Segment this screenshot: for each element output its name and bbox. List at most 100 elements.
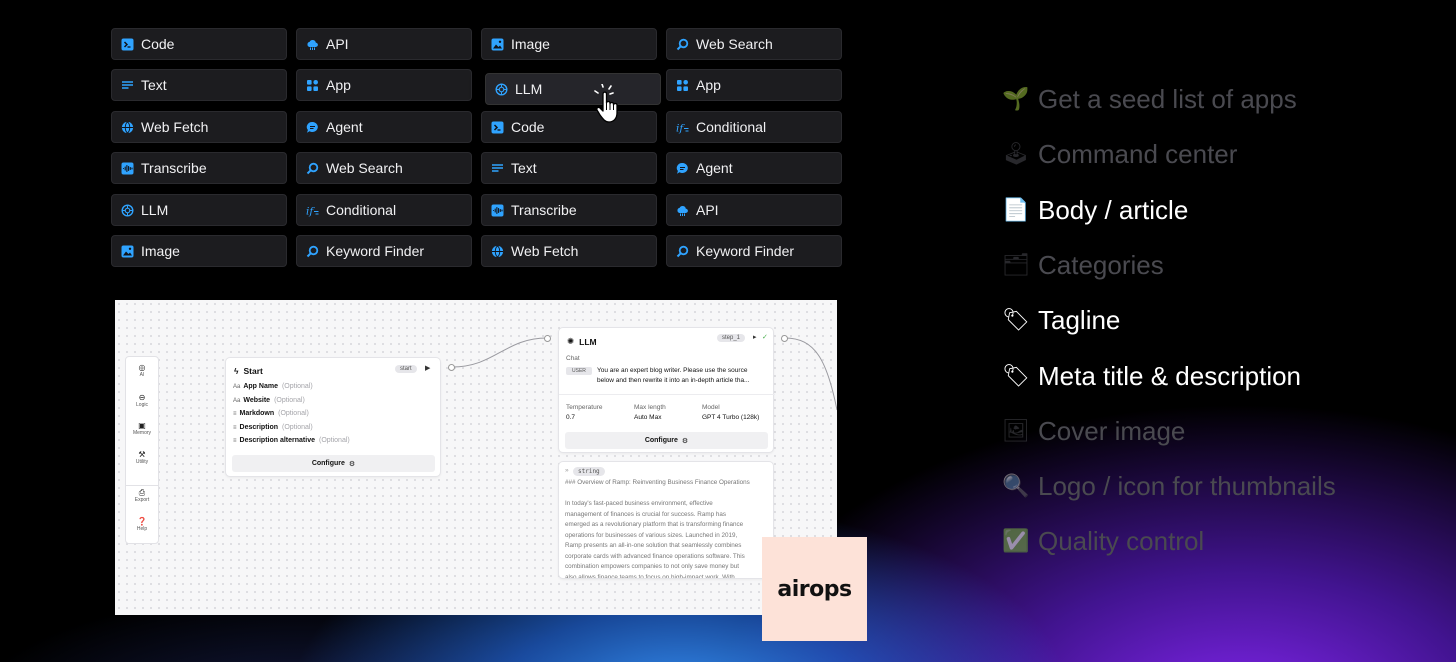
start-input-field[interactable]: ≡ Markdown (Optional) [233, 410, 309, 417]
block-transcribe[interactable]: Transcribe [111, 152, 287, 184]
checklist-emoji-icon: 📄 [1002, 197, 1030, 223]
checklist-emoji-icon: ✅ [1002, 529, 1030, 555]
utility-icon: ⚒ [138, 450, 146, 459]
start-node-title: Start [243, 366, 263, 376]
checklist-item: 🔍 Logo / icon for thumbnails [1001, 471, 1335, 502]
start-input-field[interactable]: ≡ Description alternative (Optional) [233, 437, 350, 444]
sidebar-item-ai[interactable]: ◎ AI [126, 363, 158, 378]
block-label: Text [511, 160, 537, 176]
step-badge: step_1 [717, 334, 746, 342]
block-image[interactable]: Image [111, 235, 287, 267]
param-value: 0.7 [566, 414, 576, 421]
block-label: Keyword Finder [696, 243, 795, 259]
sidebar-item-utility[interactable]: ⚒ Utility [126, 450, 158, 465]
start-input-field[interactable]: Aa App Name (Optional) [233, 383, 313, 390]
block-text[interactable]: Text [481, 152, 657, 184]
field-optional-tag: (Optional) [274, 396, 305, 404]
block-code[interactable]: Code [111, 28, 287, 60]
checklist-item: 🖼 Cover image [1001, 416, 1185, 447]
block-web-search[interactable]: Web Search [666, 28, 842, 60]
block-label: LLM [141, 202, 169, 218]
block-transcribe[interactable]: Transcribe [481, 194, 657, 226]
sidebar-item-logic[interactable]: ⊖ Logic [126, 393, 158, 408]
block-image[interactable]: Image [481, 28, 657, 60]
checklist-emoji-icon: 🏷 [1002, 308, 1030, 334]
llm-input-handle[interactable] [544, 335, 551, 342]
block-label: Code [141, 36, 175, 52]
block-label: Image [141, 243, 180, 259]
ai-icon: ◎ [138, 363, 146, 372]
block-keyword-finder[interactable]: Keyword Finder [296, 235, 472, 267]
checklist-label: Body / article [1038, 194, 1189, 225]
block-conditional[interactable]: if Conditional [296, 194, 472, 226]
llm-configure-button[interactable]: Configure ⚙ [565, 432, 768, 449]
field-name: Description [239, 423, 279, 431]
sidebar-item-help[interactable]: ❓ Help [126, 517, 158, 532]
svg-text:if: if [306, 205, 315, 217]
checklist-emoji-icon: 🕹 [1002, 142, 1030, 168]
start-configure-button[interactable]: Configure ⚙ [232, 455, 435, 472]
output-text-line: combination empowers companies to not on… [565, 563, 739, 570]
field-name: Description alternative [239, 437, 315, 444]
text-lines-icon [491, 162, 504, 175]
prompt-line-1: You are an expert blog writer. Please us… [597, 367, 748, 374]
block-api[interactable]: API [666, 194, 842, 226]
airops-logo: airops [762, 537, 867, 641]
block-label: Conditional [696, 119, 767, 135]
search-icon [676, 38, 689, 51]
block-label: App [696, 77, 721, 93]
field-optional-tag: (Optional) [282, 423, 313, 431]
checklist-emoji-icon: 🔍 [1002, 474, 1030, 500]
block-conditional[interactable]: if Conditional [666, 111, 842, 143]
block-app[interactable]: App [666, 69, 842, 101]
checklist-label: Cover image [1038, 415, 1186, 446]
block-keyword-finder[interactable]: Keyword Finder [666, 235, 842, 267]
checklist-label: Get a seed list of apps [1038, 84, 1297, 114]
block-text[interactable]: Text [111, 69, 287, 101]
success-check-icon: ✓ [762, 334, 768, 341]
memory-icon: ▣ [138, 421, 146, 430]
workflow-canvas[interactable]: ◎ AI ⊖ Logic ▣ Memory ⚒ Utility ⎙ Export ❓ Hel… [115, 300, 837, 615]
block-api[interactable]: API [296, 28, 472, 60]
block-label: Transcribe [141, 160, 207, 176]
block-web-search[interactable]: Web Search [296, 152, 472, 184]
block-web-fetch[interactable]: Web Fetch [481, 235, 657, 267]
sidebar-item-export[interactable]: ⎙ Export [126, 488, 158, 503]
block-agent[interactable]: Agent [296, 111, 472, 143]
conditional-icon: if [676, 121, 689, 134]
param-label: Max length [634, 404, 666, 411]
checklist-emoji-icon: 🏷 [1002, 363, 1030, 389]
block-web-fetch[interactable]: Web Fetch [111, 111, 287, 143]
output-chevron-icon[interactable]: » [565, 467, 569, 474]
llm-output-panel[interactable]: » string ### Overview of Ramp: Reinventi… [558, 461, 774, 579]
block-label: Keyword Finder [326, 243, 425, 259]
field-name: App Name [243, 383, 278, 390]
start-input-field[interactable]: Aa Website (Optional) [233, 397, 305, 404]
field-type-icon: Aa [233, 384, 241, 390]
field-type-icon: ≡ [233, 411, 237, 417]
block-code[interactable]: Code [481, 111, 657, 143]
llm-icon [495, 82, 508, 96]
start-output-handle[interactable] [448, 364, 455, 371]
sidebar-item-memory[interactable]: ▣ Memory [126, 421, 158, 436]
start-input-field[interactable]: ≡ Description (Optional) [233, 424, 313, 431]
checklist-label: Tagline [1038, 305, 1121, 336]
block-llm[interactable]: LLM [485, 73, 661, 105]
apps-grid-icon [676, 79, 689, 92]
block-llm[interactable]: LLM [111, 194, 287, 226]
start-badge: start [395, 365, 417, 373]
start-node[interactable]: ϟ Start start ▶ Aa App Name (Optional) Aa Web… [225, 357, 441, 477]
llm-node[interactable]: ✺ LLM step_1 ▸ ✓ Chat USER You are an exp… [558, 327, 775, 453]
run-icon[interactable]: ▶ [425, 364, 430, 372]
bolt-icon: ϟ [234, 366, 239, 376]
block-agent[interactable]: Agent [666, 152, 842, 184]
search-icon [306, 162, 319, 175]
block-app[interactable]: App [296, 69, 472, 101]
block-label: Conditional [326, 202, 397, 218]
chat-bubble-icon [676, 162, 689, 175]
chat-label: Chat [566, 355, 580, 362]
run-icon[interactable]: ▸ [753, 333, 757, 341]
output-text-line: Ramp presents an all-in-one solution tha… [565, 542, 742, 549]
llm-output-handle[interactable] [781, 335, 788, 342]
image-icon [121, 245, 134, 258]
